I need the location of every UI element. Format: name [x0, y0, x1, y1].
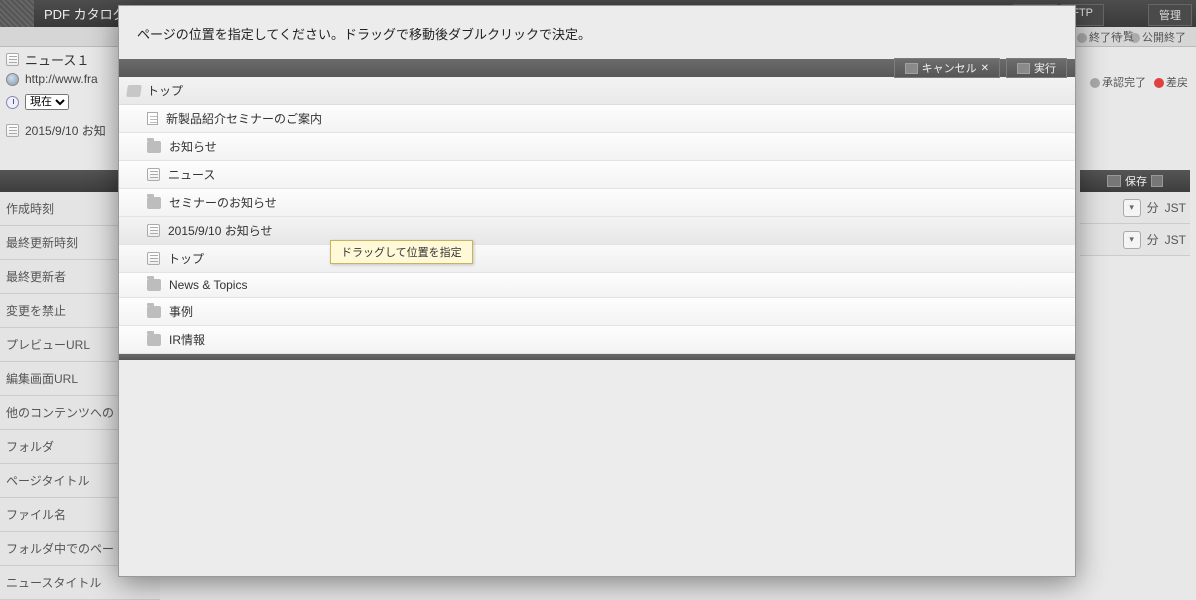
clock-icon: [6, 96, 19, 109]
tree-row-label: セミナーのお知らせ: [169, 194, 277, 211]
tree-row[interactable]: トップ: [119, 245, 1075, 273]
tree-row[interactable]: セミナーのお知らせ: [119, 189, 1075, 217]
unit-min: 分: [1147, 199, 1159, 216]
tree-row-label: News & Topics: [169, 278, 247, 292]
time-row: 現在: [6, 94, 69, 110]
folder-icon: [147, 306, 161, 318]
time-select[interactable]: 現在: [25, 94, 69, 110]
tree-row-label: 新製品紹介セミナーのご案内: [166, 110, 322, 127]
status-approved: 承認完了: [1102, 77, 1146, 89]
tree-footer-bar: [119, 354, 1075, 360]
news-icon: [147, 224, 160, 237]
page-title-row: ニュース１: [6, 50, 89, 69]
position-dialog: ページの位置を指定してください。ドラッグで移動後ダブルクリックで決定。 キャンセ…: [118, 5, 1076, 577]
status-legend-2: 承認完了 差戻: [1090, 74, 1188, 90]
square-icon: [1107, 175, 1121, 187]
tree-row[interactable]: IR情報: [119, 326, 1075, 354]
tree-row[interactable]: 2015/9/10 お知らせ: [119, 217, 1075, 245]
tree-row-label: 事例: [169, 303, 193, 320]
tree-row-label: IR情報: [169, 331, 205, 348]
folder-icon: [147, 141, 161, 153]
tree-row-label: ニュース: [168, 166, 215, 183]
note-row: 2015/9/10 お知: [6, 122, 106, 139]
save-header[interactable]: 保存: [1080, 170, 1190, 192]
tree-row[interactable]: News & Topics: [119, 273, 1075, 298]
unit-tz: JST: [1165, 233, 1186, 247]
square-icon: [1151, 175, 1163, 187]
dot-icon: [1154, 78, 1164, 88]
news-icon: [147, 168, 160, 181]
tree-row-label: トップ: [168, 250, 204, 267]
square-icon: [1017, 63, 1030, 74]
stepper-icon[interactable]: ▾: [1123, 199, 1141, 217]
dot-icon: [1090, 78, 1100, 88]
news-icon: [6, 124, 19, 137]
status-returned: 差戻: [1166, 77, 1188, 89]
page-title: ニュース１: [25, 50, 89, 69]
folder-icon: [147, 334, 161, 346]
tree-row-label: 2015/9/10 お知らせ: [168, 222, 272, 239]
app-logo-icon: [0, 0, 34, 27]
tree-root[interactable]: トップ: [119, 77, 1075, 105]
square-icon: [905, 63, 918, 74]
app-title: PDF カタログ: [34, 4, 126, 23]
folder-icon: [147, 197, 161, 209]
tree-row[interactable]: 事例: [119, 298, 1075, 326]
tree-row-label: お知らせ: [169, 138, 217, 155]
page-url: http://www.fra: [25, 72, 98, 86]
news-icon: [6, 53, 19, 66]
tree-root-label: トップ: [147, 82, 183, 99]
note-text: 2015/9/10 お知: [25, 122, 106, 139]
tree-row[interactable]: 新製品紹介セミナーのご案内: [119, 105, 1075, 133]
folder-open-icon: [126, 85, 142, 97]
dialog-toolbar: キャンセル ✕ 実行: [119, 59, 1075, 77]
time-cell-1: ▾ 分 JST: [1080, 192, 1190, 224]
tree-row[interactable]: ニュース: [119, 161, 1075, 189]
time-cell-2: ▾ 分 JST: [1080, 224, 1190, 256]
dot-icon: [1077, 33, 1087, 43]
stepper-icon[interactable]: ▾: [1123, 231, 1141, 249]
run-label: 実行: [1034, 60, 1056, 76]
page-url-row: http://www.fra: [6, 72, 98, 86]
page-icon: [147, 112, 158, 125]
sub-tab-list[interactable]: 一覧: [1112, 28, 1134, 44]
unit-tz: JST: [1165, 201, 1186, 215]
cancel-button[interactable]: キャンセル ✕: [894, 58, 1000, 78]
run-button[interactable]: 実行: [1006, 58, 1067, 78]
save-label: 保存: [1125, 173, 1147, 189]
dialog-instruction: ページの位置を指定してください。ドラッグで移動後ダブルクリックで決定。: [119, 6, 1075, 59]
close-icon: ✕: [981, 63, 989, 74]
unit-min: 分: [1147, 231, 1159, 248]
news-icon: [147, 252, 160, 265]
folder-tree: トップ 新製品紹介セミナーのご案内お知らせニュースセミナーのお知らせ 2015/9…: [119, 77, 1075, 360]
status-ended: 公開終了: [1142, 32, 1186, 44]
tree-row[interactable]: お知らせ: [119, 133, 1075, 161]
tab-admin[interactable]: 管理: [1148, 4, 1192, 26]
globe-icon: [6, 73, 19, 86]
right-column: 保存 ▾ 分 JST ▾ 分 JST: [1080, 170, 1190, 256]
folder-icon: [147, 279, 161, 291]
cancel-label: キャンセル: [922, 60, 977, 76]
